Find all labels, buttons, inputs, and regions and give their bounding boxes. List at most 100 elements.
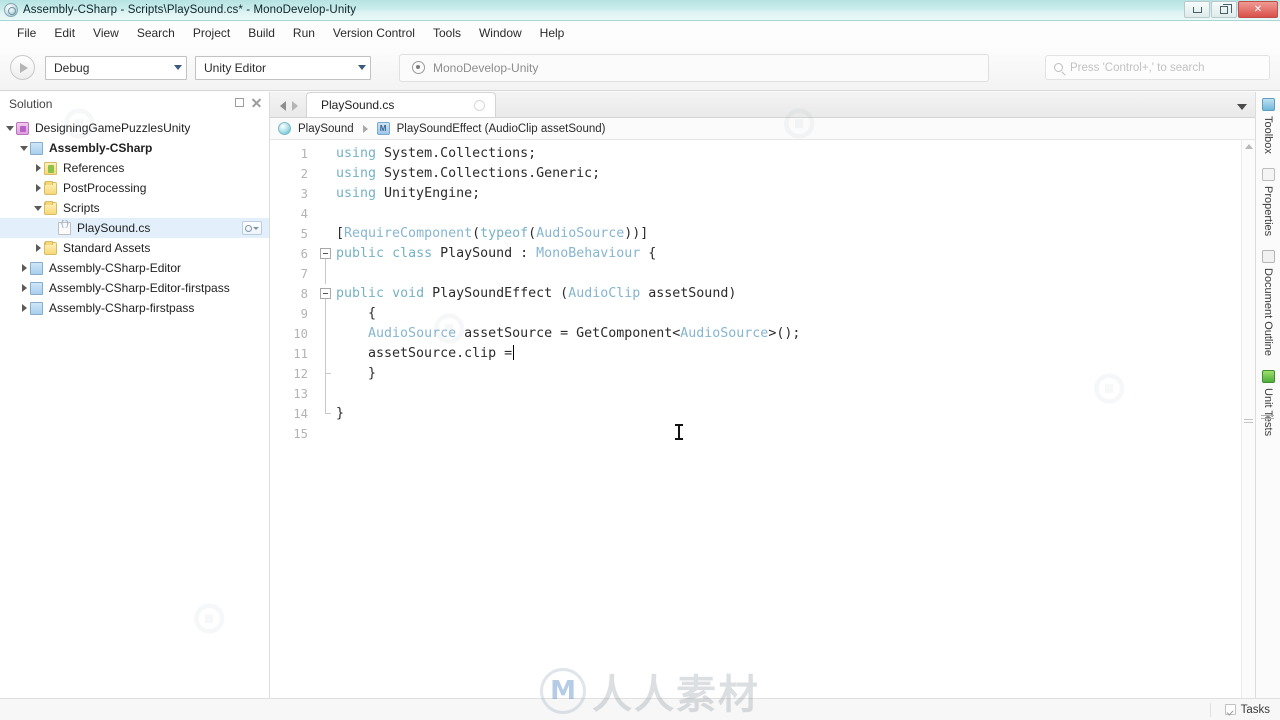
code-token: AudioSource	[536, 226, 625, 241]
project-icon	[30, 261, 43, 275]
menu-edit[interactable]: Edit	[45, 23, 84, 43]
menu-project[interactable]: Project	[184, 23, 239, 43]
chevron-right-icon[interactable]	[32, 158, 44, 178]
close-tab-button[interactable]	[474, 99, 485, 111]
tree-item-postprocessing[interactable]: PostProcessing	[0, 178, 269, 198]
line-number: 12	[293, 367, 308, 381]
menu-window[interactable]: Window	[470, 23, 531, 43]
next-tab-button[interactable]	[292, 101, 298, 111]
tree-item-assembly-csharp-editor-firstpass[interactable]: Assembly-CSharp-Editor-firstpass	[0, 278, 269, 298]
fold-guide	[318, 404, 334, 424]
status-tasks[interactable]: Tasks	[1224, 704, 1270, 716]
fold-guide	[318, 224, 334, 244]
tree-item-label: PlaySound.cs	[77, 221, 151, 235]
minimize-button[interactable]	[1184, 1, 1210, 18]
code-token: AudioSource	[680, 326, 769, 341]
code-text: assetSource.clip =	[334, 344, 515, 364]
method-icon: M	[376, 122, 390, 135]
close-icon[interactable]	[251, 98, 261, 108]
chevron-right-icon[interactable]	[18, 298, 30, 318]
tab-playsound-cs[interactable]: PlaySound.cs	[306, 92, 496, 117]
code-token: ))]	[624, 226, 649, 241]
pad-resize-handle[interactable]	[1261, 414, 1275, 421]
menu-version-control[interactable]: Version Control	[324, 23, 424, 43]
solution-pad-header: Solution	[0, 92, 269, 116]
tab-list-dropdown-icon[interactable]	[1237, 104, 1247, 110]
code-text: {	[334, 304, 376, 324]
right-pad-document-outline[interactable]: Document Outline	[1261, 250, 1275, 356]
menu-help[interactable]: Help	[531, 23, 574, 43]
tree-item-label: References	[63, 161, 125, 175]
project-icon	[30, 281, 43, 295]
tree-item-label: Assembly-CSharp-Editor-firstpass	[49, 281, 230, 295]
fold-guide	[318, 424, 334, 444]
right-pad-properties[interactable]: Properties	[1261, 167, 1275, 237]
tree-item-assembly-csharp-firstpass[interactable]: Assembly-CSharp-firstpass	[0, 298, 269, 318]
chevron-right-icon[interactable]	[32, 178, 44, 198]
line-number: 1	[300, 147, 308, 161]
breadcrumb-class[interactable]: PlaySound	[298, 123, 354, 135]
fold-toggle-icon[interactable]	[318, 244, 334, 264]
restore-button[interactable]	[1211, 1, 1237, 18]
code-token: (	[472, 226, 481, 241]
editor-vertical-scrollbar[interactable]	[1241, 140, 1255, 720]
menu-view[interactable]: View	[84, 23, 128, 43]
chevron-right-icon[interactable]	[18, 278, 30, 298]
pin-icon[interactable]	[235, 98, 244, 107]
code-text: using System.Collections.Generic;	[334, 164, 600, 184]
solution-status-button[interactable]: MonoDevelop-Unity	[399, 53, 989, 82]
code-editor[interactable]: 1 using System.Collections; 2 using System.…	[270, 140, 1255, 720]
code-token: PlaySound :	[432, 246, 537, 261]
chevron-down-icon	[174, 65, 182, 70]
chevron-down-icon[interactable]	[4, 118, 16, 138]
right-pad-unit-tests[interactable]: Unit Tests	[1261, 370, 1275, 436]
tree-item-scripts[interactable]: Scripts	[0, 198, 269, 218]
right-pad-label: Properties	[1262, 185, 1274, 237]
chevron-right-icon	[362, 124, 368, 133]
chevron-down-icon[interactable]	[18, 138, 30, 158]
fold-guide	[318, 204, 334, 224]
editor-area: PlaySound.cs PlaySound M PlaySoundEffect…	[270, 92, 1255, 720]
scroll-up-button[interactable]	[1242, 140, 1256, 153]
scrollbar-marker	[1244, 418, 1254, 424]
menu-file[interactable]: File	[8, 23, 45, 43]
chevron-down-icon[interactable]	[32, 198, 44, 218]
fold-toggle-icon[interactable]	[318, 284, 334, 304]
tree-item-assembly-csharp[interactable]: Assembly-CSharp	[0, 138, 269, 158]
runtime-target-dropdown[interactable]: Unity Editor	[195, 55, 371, 80]
menu-run[interactable]: Run	[284, 23, 324, 43]
search-input[interactable]: Press 'Control+,' to search	[1045, 55, 1270, 80]
tree-item-playsound-cs[interactable]: PlaySound.cs	[0, 218, 269, 238]
close-button[interactable]: ✕	[1238, 1, 1278, 18]
tree-item-standard-assets[interactable]: Standard Assets	[0, 238, 269, 258]
chevron-down-icon	[358, 65, 366, 70]
code-text: public void PlaySoundEffect (AudioClip a…	[334, 284, 736, 304]
menu-tools[interactable]: Tools	[424, 23, 470, 43]
code-line: 1 using System.Collections;	[270, 144, 1255, 164]
breadcrumb-member[interactable]: PlaySoundEffect (AudioClip assetSound)	[397, 123, 606, 135]
chevron-right-icon[interactable]	[18, 258, 30, 278]
code-line: 13	[270, 384, 1255, 404]
right-pad-toolbox[interactable]: Toolbox	[1261, 98, 1275, 154]
run-button[interactable]	[10, 55, 35, 80]
chevron-right-icon[interactable]	[32, 238, 44, 258]
line-number: 9	[300, 307, 308, 321]
tree-item-designinggamepuzzlesunity[interactable]: DesigningGamePuzzlesUnity	[0, 118, 269, 138]
tasks-checkbox-icon[interactable]	[1224, 704, 1236, 715]
text-caret	[513, 345, 515, 360]
project-icon	[30, 301, 43, 315]
menu-build[interactable]: Build	[239, 23, 284, 43]
project-icon	[30, 141, 43, 155]
tree-item-references[interactable]: References	[0, 158, 269, 178]
item-options-button[interactable]	[242, 221, 262, 235]
code-token: typeof	[480, 226, 529, 241]
configuration-dropdown[interactable]: Debug	[45, 55, 187, 80]
folder-icon	[44, 240, 57, 255]
previous-tab-button[interactable]	[280, 101, 286, 111]
menu-search[interactable]: Search	[128, 23, 184, 43]
tree-item-assembly-csharp-editor[interactable]: Assembly-CSharp-Editor	[0, 258, 269, 278]
line-number: 3	[300, 187, 308, 201]
